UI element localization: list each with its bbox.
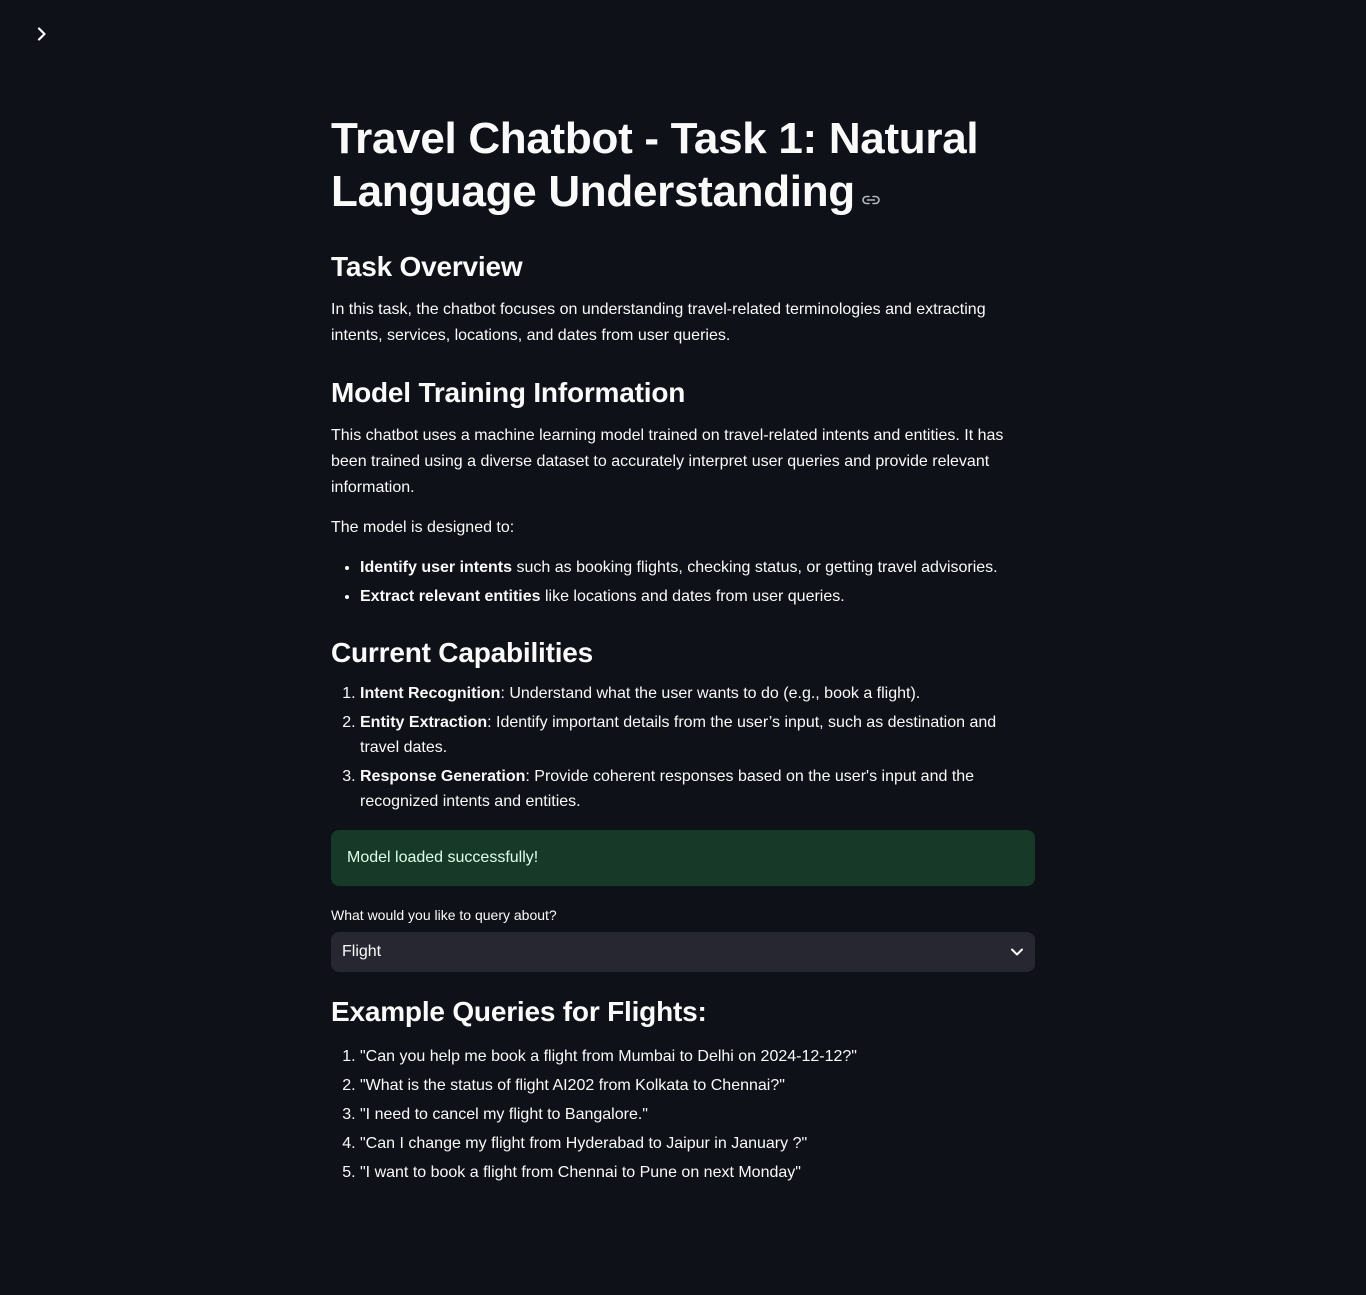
list-item-bold: Intent Recognition bbox=[360, 684, 501, 702]
list-item: Extract relevant entities like locations… bbox=[360, 584, 1035, 609]
list-item-text: such as booking flights, checking status… bbox=[512, 558, 998, 576]
chevron-down-icon bbox=[1010, 947, 1024, 957]
main-content: Travel Chatbot - Task 1: Natural Languag… bbox=[331, 112, 1035, 1189]
link-icon[interactable] bbox=[861, 166, 881, 219]
list-item: Entity Extraction: Identify important de… bbox=[360, 710, 1035, 760]
task-overview-text: In this task, the chatbot focuses on und… bbox=[331, 300, 986, 344]
list-item: Response Generation: Provide coherent re… bbox=[360, 764, 1035, 814]
list-item: Intent Recognition: Understand what the … bbox=[360, 681, 1035, 706]
list-item-bold: Extract relevant entities bbox=[360, 587, 541, 605]
page-title: Travel Chatbot - Task 1: Natural Languag… bbox=[331, 112, 1035, 221]
list-item-bold: Response Generation bbox=[360, 767, 526, 785]
list-item: "I want to book a flight from Chennai to… bbox=[360, 1160, 1035, 1185]
query-select[interactable]: Flight bbox=[331, 931, 1035, 972]
success-alert-text: Model loaded successfully! bbox=[347, 848, 539, 866]
list-item-text: : Understand what the user wants to do (… bbox=[500, 684, 921, 702]
query-select-label: What would you like to query about? bbox=[331, 906, 557, 923]
examples-list: "Can you help me book a flight from Mumb… bbox=[331, 1044, 1035, 1185]
list-item: "Can you help me book a flight from Mumb… bbox=[360, 1044, 1035, 1069]
model-training-text: This chatbot uses a machine learning mod… bbox=[331, 426, 1004, 496]
sidebar-toggle-button[interactable] bbox=[30, 24, 54, 48]
capabilities-heading: Current Capabilities bbox=[331, 636, 594, 668]
list-item-bold: Entity Extraction bbox=[360, 713, 488, 731]
task-overview-heading: Task Overview bbox=[331, 250, 523, 282]
capabilities-list: Intent Recognition: Understand what the … bbox=[331, 681, 1035, 814]
list-item: "Can I change my flight from Hyderabad t… bbox=[360, 1131, 1035, 1156]
success-alert: Model loaded successfully! bbox=[331, 829, 1035, 886]
list-item-text: like locations and dates from user queri… bbox=[540, 587, 845, 605]
examples-heading: Example Queries for Flights: bbox=[331, 995, 707, 1027]
model-goals-list: Identify user intents such as booking fl… bbox=[331, 555, 1035, 609]
page-title-text: Travel Chatbot - Task 1: Natural Languag… bbox=[331, 114, 979, 216]
list-item: Identify user intents such as booking fl… bbox=[360, 555, 1035, 580]
list-item: "What is the status of flight AI202 from… bbox=[360, 1073, 1035, 1098]
list-item: "I need to cancel my flight to Bangalore… bbox=[360, 1102, 1035, 1127]
model-training-heading: Model Training Information bbox=[331, 376, 686, 408]
list-item-bold: Identify user intents bbox=[360, 558, 513, 576]
designed-to-text: The model is designed to: bbox=[331, 518, 515, 536]
query-select-value: Flight bbox=[342, 942, 382, 960]
chevron-right-icon bbox=[36, 26, 48, 46]
